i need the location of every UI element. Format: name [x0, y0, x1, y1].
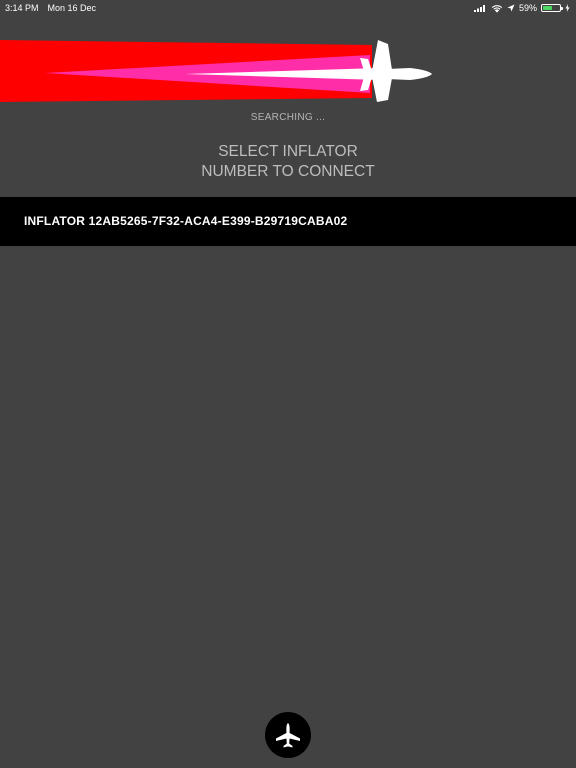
airplane-button[interactable] [265, 712, 311, 758]
jet-contrail-banner [0, 40, 440, 102]
airplane-icon [276, 723, 300, 748]
status-right: 59% [473, 3, 570, 13]
status-bar: 3:14 PM Mon 16 Dec 59% [0, 0, 576, 16]
jet-contrail-logo-icon [0, 40, 432, 102]
status-time: 3:14 PM [5, 3, 39, 13]
battery-cap [561, 7, 563, 10]
instruction-line-1: SELECT INFLATOR [218, 143, 358, 160]
battery-fill [543, 6, 552, 10]
searching-status: SEARCHING ... [250, 112, 326, 123]
battery-icon [541, 4, 563, 12]
jet-wing-upper [372, 40, 392, 71]
inflator-list-item[interactable]: INFLATOR 12AB5265-7F32-ACA4-E399-B29719C… [0, 197, 576, 246]
inflator-label: INFLATOR 12AB5265-7F32-ACA4-E399-B29719C… [24, 214, 348, 228]
cellular-signal-icon [473, 5, 485, 12]
status-date: Mon 16 Dec [47, 3, 97, 13]
battery-percentage: 59% [518, 3, 537, 13]
instruction-line-2: NUMBER TO CONNECT [201, 163, 375, 180]
status-left: 3:14 PM Mon 16 Dec [5, 3, 96, 13]
wifi-icon [491, 4, 503, 13]
jet-wing-lower [372, 77, 392, 102]
location-arrow-icon [507, 4, 515, 12]
instruction-text: SELECT INFLATOR NUMBER TO CONNECT [0, 142, 576, 182]
charging-bolt-icon [565, 4, 570, 12]
